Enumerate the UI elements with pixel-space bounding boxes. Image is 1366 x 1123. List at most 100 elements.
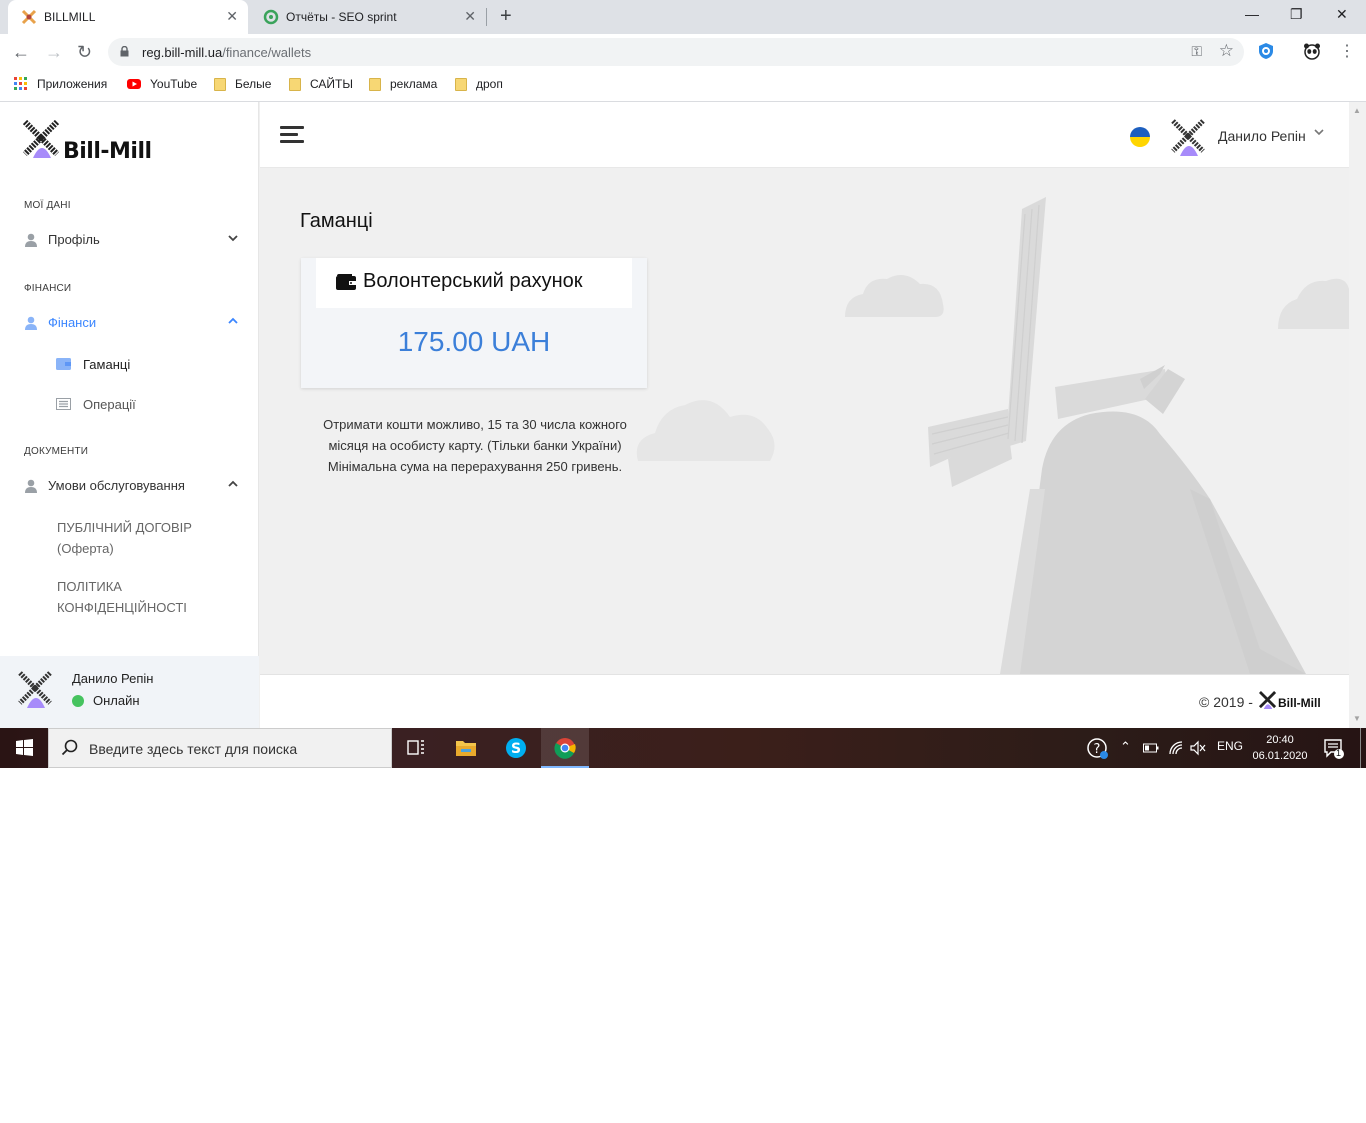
bookmark-folder-drop[interactable]: дроп	[455, 77, 503, 91]
panda-extension-icon[interactable]	[1303, 42, 1321, 60]
search-icon	[61, 739, 78, 756]
password-key-icon[interactable]: ⚿	[1191, 43, 1202, 60]
top-navbar: Данило Репін	[260, 102, 1349, 168]
chevron-up-icon	[228, 317, 238, 324]
lock-icon	[120, 46, 129, 57]
file-explorer-button[interactable]	[442, 728, 490, 768]
windows-taskbar: Введите здесь текст для поиска S ? ⌃ ENG…	[0, 728, 1366, 768]
bookmark-label: реклама	[390, 77, 438, 91]
sidebar-item-profile[interactable]: Профіль	[24, 230, 244, 254]
browser-toolbar: ← → ↻ reg.bill-mill.ua/finance/wallets ⚿…	[0, 34, 1366, 70]
task-view-button[interactable]	[392, 728, 440, 768]
close-window-button[interactable]: ✕	[1336, 4, 1348, 24]
vpn-shield-icon[interactable]	[1257, 42, 1275, 60]
tray-expand-icon[interactable]: ⌃	[1120, 739, 1131, 755]
main-content: Гаманці Волонтерський рахунок 175.00 UAH…	[260, 169, 1349, 674]
bookmark-label: Приложения	[37, 77, 108, 91]
close-tab-icon[interactable]: ✕	[464, 8, 476, 24]
tab-billmill[interactable]: BILLMILL ✕	[8, 0, 248, 34]
bookmark-label: YouTube	[150, 77, 198, 91]
wallet-card[interactable]: Волонтерський рахунок 175.00 UAH	[301, 258, 647, 388]
svg-text:S: S	[511, 741, 521, 757]
chevron-up-icon	[228, 480, 238, 487]
bookmark-folder-sites[interactable]: САЙТЫ	[289, 77, 353, 91]
bookmark-label: дроп	[476, 77, 503, 91]
bookmark-folder-belye[interactable]: Белые	[214, 77, 271, 91]
section-title-documents: ДОКУМЕНТИ	[24, 446, 89, 457]
folder-icon	[369, 77, 381, 91]
bookmark-star-icon[interactable]: ☆	[1219, 41, 1234, 61]
footer-brand: Bill-Mill	[1278, 696, 1321, 710]
reload-icon[interactable]: ↻	[77, 42, 92, 62]
task-view-icon	[407, 740, 424, 755]
taskbar-search-box[interactable]: Введите здесь текст для поиска	[48, 728, 392, 768]
sidebar-item-label: Гаманці	[83, 357, 131, 372]
tab-title: Отчёты - SEO sprint	[286, 10, 397, 24]
close-tab-icon[interactable]: ✕	[226, 8, 238, 24]
sidebar-item-wallets[interactable]: Гаманці	[56, 356, 236, 378]
hamburger-menu-icon[interactable]	[280, 126, 304, 144]
back-arrow-icon[interactable]: ←	[12, 42, 30, 62]
input-language[interactable]: ENG	[1217, 739, 1243, 753]
clock-date: 06.01.2020	[1252, 750, 1308, 762]
privacy-policy-link[interactable]: ПОЛІТИКА КОНФІДЕНЦІЙНОСТІ	[57, 576, 237, 618]
minimize-button[interactable]: —	[1245, 4, 1259, 24]
user-icon	[25, 233, 37, 247]
maximize-button[interactable]: ❐	[1290, 4, 1303, 24]
notification-center-icon[interactable]	[1323, 738, 1345, 760]
show-desktop-divider[interactable]	[1360, 728, 1361, 768]
sidebar-item-finance[interactable]: Фінанси	[24, 313, 244, 337]
section-title-finance: ФІНАНСИ	[24, 283, 72, 294]
wallet-balance: 175.00 UAH	[397, 326, 551, 357]
taskbar-clock[interactable]: 20:40 06.01.2020	[1252, 732, 1308, 764]
public-contract-link[interactable]: ПУБЛІЧНИЙ ДОГОВІР (Оферта)	[57, 517, 237, 559]
bookmark-youtube[interactable]: YouTube	[127, 77, 197, 91]
tab-seo-sprint[interactable]: Отчёты - SEO sprint ✕	[250, 0, 486, 34]
chevron-down-icon[interactable]	[1314, 127, 1324, 137]
new-tab-button[interactable]: +	[500, 5, 512, 27]
scroll-down-arrow-icon[interactable]: ▼	[1353, 714, 1361, 723]
wallet-card-header: Волонтерський рахунок	[316, 258, 632, 308]
taskbar-search-placeholder: Введите здесь текст для поиска	[89, 741, 298, 757]
sidebar-item-terms[interactable]: Умови обслуговування	[24, 476, 244, 500]
windows-start-icon[interactable]	[0, 728, 48, 768]
sidebar-item-operations[interactable]: Операції	[56, 396, 236, 418]
billmill-favicon	[21, 9, 37, 25]
page-title: Гаманці	[300, 210, 373, 232]
notification-count: 1	[1336, 748, 1342, 758]
withdrawal-note: Отримати кошти можливо, 15 та 30 числа к…	[323, 417, 627, 474]
chrome-taskbar-button[interactable]	[541, 728, 589, 768]
sidebar-item-label: Операції	[83, 397, 136, 412]
bookmark-label: САЙТЫ	[310, 77, 353, 91]
bookmark-apps[interactable]: Приложения	[14, 77, 107, 91]
sidebar-user-panel: Данило Репін Онлайн	[0, 656, 259, 728]
help-icon[interactable]: ?	[1087, 738, 1109, 760]
brand-logo[interactable]: Bill-Mill	[23, 120, 163, 164]
forward-arrow-icon[interactable]: →	[45, 42, 63, 62]
browser-tab-strip: BILLMILL ✕ Отчёты - SEO sprint ✕ + — ❐ ✕	[0, 0, 1366, 34]
footer-logo[interactable]: Bill-Mill	[1259, 691, 1325, 715]
battery-icon[interactable]	[1143, 742, 1159, 754]
chrome-menu-icon[interactable]: ⋮	[1339, 42, 1355, 62]
skype-button[interactable]: S	[492, 728, 540, 768]
scroll-up-arrow-icon[interactable]: ▲	[1353, 106, 1361, 115]
top-user-name[interactable]: Данило Репін	[1218, 128, 1306, 144]
address-bar[interactable]: reg.bill-mill.ua/finance/wallets ⚿ ☆	[108, 38, 1244, 66]
wallet-icon	[336, 274, 356, 290]
bookmark-label: Белые	[235, 77, 272, 91]
ukraine-flag-icon[interactable]	[1130, 127, 1150, 147]
windmill-logo-icon	[23, 120, 60, 158]
avatar[interactable]	[1170, 118, 1208, 158]
sidebar: Bill-Mill МОЇ ДАНІ Профіль ФІНАНСИ Фінан…	[0, 102, 259, 728]
user-icon	[25, 316, 37, 330]
page-scrollbar[interactable]: ▲ ▼	[1349, 102, 1366, 728]
seo-sprint-favicon	[263, 9, 279, 25]
screen: BILLMILL ✕ Отчёты - SEO sprint ✕ + — ❐ ✕…	[0, 0, 1366, 768]
bookmark-folder-reklama[interactable]: реклама	[369, 77, 437, 91]
wifi-icon[interactable]	[1168, 740, 1184, 756]
avatar	[18, 671, 52, 708]
sidebar-item-label: Фінанси	[48, 315, 97, 330]
volume-muted-icon[interactable]	[1190, 740, 1206, 756]
tab-separator	[486, 8, 487, 26]
chrome-icon	[554, 738, 576, 759]
